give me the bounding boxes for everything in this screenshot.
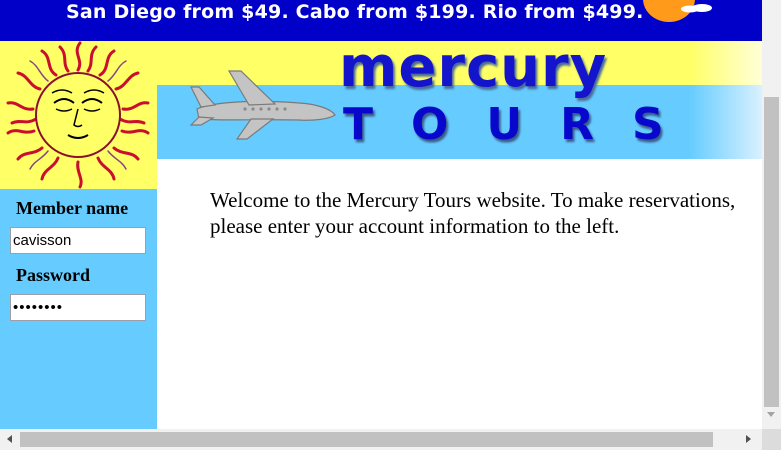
main-content: Welcome to the Mercury Tours website. To…	[157, 159, 762, 429]
scroll-left-arrow-icon[interactable]	[7, 435, 12, 443]
welcome-message: Welcome to the Mercury Tours website. To…	[210, 188, 736, 238]
airplane-logo-icon	[189, 70, 336, 140]
password-label: Password	[16, 265, 91, 285]
vertical-scroll-thumb[interactable]	[764, 97, 779, 407]
promo-text: San Diego from $49. Cabo from $199. Rio …	[66, 1, 644, 23]
sun-face-logo-icon[interactable]	[0, 41, 157, 189]
horizontal-scrollbar[interactable]	[0, 429, 762, 450]
promo-banner[interactable]: San Diego from $49. Cabo from $199. Rio …	[0, 0, 762, 41]
horizontal-scroll-thumb[interactable]	[20, 432, 713, 447]
scroll-down-arrow-icon[interactable]	[767, 412, 775, 417]
member-name-label: Member name	[16, 198, 129, 218]
brand-name-mercury: mercury	[339, 41, 608, 100]
brand-name-tours: TOURS	[343, 99, 702, 150]
password-input[interactable]	[10, 294, 146, 321]
scroll-right-arrow-icon[interactable]	[746, 435, 751, 443]
mercury-tours-header[interactable]: mercury TOURS	[157, 41, 762, 159]
member-name-input[interactable]	[10, 227, 146, 254]
vertical-scrollbar[interactable]	[762, 0, 781, 429]
scrollbar-corner	[762, 429, 781, 450]
cloud-icon	[681, 4, 712, 13]
